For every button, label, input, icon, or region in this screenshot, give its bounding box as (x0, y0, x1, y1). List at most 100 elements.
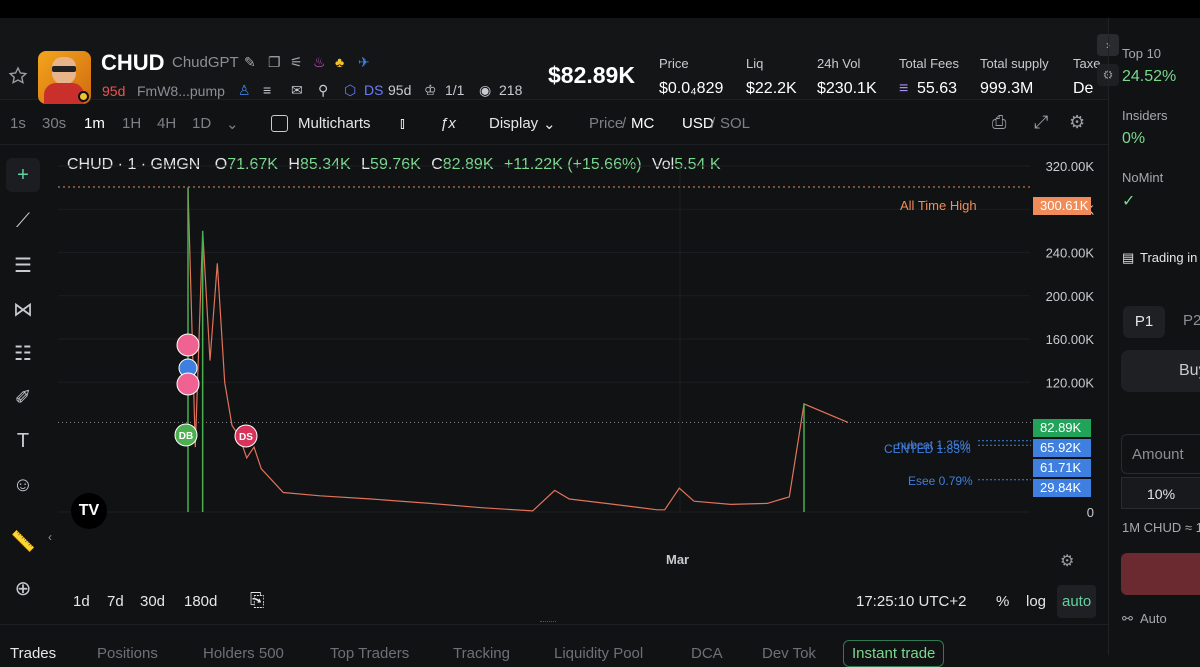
chart-settings-icon[interactable]: ⚙ (1060, 551, 1074, 571)
token-name: ChudGPT (172, 54, 239, 71)
eye-icon: ◉ (479, 82, 492, 98)
trendline-icon[interactable]: ⟋ (6, 204, 40, 238)
bottom-tabs: Trades Positions Holders 500 Top Traders… (0, 624, 1108, 667)
insiders-value: 0% (1122, 130, 1146, 147)
usd-toggle[interactable]: USD (682, 115, 714, 132)
submit-trade-button[interactable] (1121, 553, 1200, 595)
stat-value: $0.0₄829 (659, 80, 724, 97)
trader-avatar-marker (176, 372, 200, 396)
copy-icon[interactable]: ❐ (268, 54, 281, 71)
tab-tracking[interactable]: Tracking (453, 645, 510, 662)
tab-positions[interactable]: Positions (97, 645, 158, 662)
auto-toggle[interactable]: auto (1057, 585, 1097, 618)
sol-icon: ≡ (899, 80, 909, 97)
tradingview-logo: TV (71, 493, 107, 529)
telegram-icon[interactable]: ✈ (358, 54, 370, 71)
pattern-icon[interactable]: ⋈ (6, 292, 40, 326)
stat-value: $230.1K (817, 80, 877, 97)
collapse-handle-icon[interactable]: ‹ (48, 530, 52, 544)
level-label-3: Esee 0.79% (908, 474, 973, 488)
level-tag-2: 61.71K (1033, 459, 1091, 477)
settings-icon[interactable]: ⚙ (1069, 112, 1085, 133)
p1-tab[interactable]: P1 (1123, 306, 1165, 338)
y-tick-label: 240.00K (1046, 246, 1095, 261)
market-cap: $82.89K (548, 62, 635, 88)
fib-icon[interactable]: ☷ (6, 336, 40, 370)
interval-30s[interactable]: 30s (42, 115, 66, 132)
interval-4h[interactable]: 4H (157, 115, 176, 132)
ds-icon: ⬡ (344, 82, 357, 98)
holders-ratio: 1/1 (445, 82, 465, 98)
pct-option[interactable]: 10% (1121, 477, 1200, 509)
range-1d[interactable]: 1d (73, 593, 90, 610)
expand-icon[interactable]: ⤢ (1034, 112, 1048, 133)
range-180d[interactable]: 180d (184, 593, 217, 610)
crown-icon: ♔ (424, 82, 437, 98)
tab-holders[interactable]: Holders 500 (203, 645, 284, 662)
mc-toggle[interactable]: MC (631, 115, 654, 132)
views-count: 218 (499, 82, 523, 98)
ruler-icon[interactable]: 📏 (6, 524, 40, 558)
level-tag-1: 65.92K (1033, 439, 1091, 457)
chat-icon[interactable]: ✉ (291, 82, 303, 99)
interval-1h[interactable]: 1H (122, 115, 141, 132)
price-series-line (187, 187, 849, 512)
tab-dev-tokens[interactable]: Dev Tok (762, 645, 816, 662)
emoji-icon[interactable]: ☺ (6, 468, 40, 502)
display-menu[interactable]: Display (489, 115, 538, 132)
multicharts-label[interactable]: Multicharts (298, 115, 371, 132)
token-symbol: CHUD (101, 50, 165, 75)
instant-trade-button[interactable]: Instant trade (843, 640, 945, 667)
clock-time: 17:25:10 UTC+2 (856, 593, 967, 610)
db-marker-label: DB (179, 431, 193, 442)
y-tick-label: 200.00K (1046, 289, 1095, 304)
multicharts-checkbox[interactable] (271, 115, 288, 132)
horizontal-lines-icon[interactable]: ☰ (6, 248, 40, 282)
price-toggle[interactable]: Price (589, 115, 623, 132)
percent-toggle[interactable]: % (996, 593, 1009, 610)
token-age: 95d (102, 83, 126, 99)
interval-1s[interactable]: 1s (10, 115, 26, 132)
interval-1m[interactable]: 1m (84, 115, 105, 132)
sol-toggle[interactable]: SOL (720, 115, 750, 132)
tab-liquidity-pool[interactable]: Liquidity Pool (554, 645, 643, 662)
tab-dca[interactable]: DCA (691, 645, 723, 662)
right-panel: Top 10 24.52% Insiders 0% NoMint ✓ Tradi… (1108, 18, 1200, 655)
log-toggle[interactable]: log (1026, 593, 1046, 610)
p2-tab[interactable]: P2 (1183, 312, 1200, 329)
chevron-down-icon[interactable]: ⌄ (226, 115, 239, 133)
group-icon: ♣ (335, 54, 345, 70)
list-icon[interactable]: ≡ (263, 82, 271, 98)
stat-label: Liq (746, 56, 764, 71)
buy-tab[interactable]: Buy (1121, 350, 1200, 392)
auto-label: Auto (1140, 611, 1167, 626)
edit-icon[interactable]: ✎ (244, 54, 256, 71)
crosshair-icon[interactable]: + (6, 158, 40, 192)
tab-top-traders[interactable]: Top Traders (330, 645, 409, 662)
tab-trades[interactable]: Trades (10, 645, 56, 662)
slash: / (711, 115, 716, 132)
share-icon[interactable]: ⚟ (290, 54, 303, 71)
star-icon[interactable] (8, 66, 28, 86)
indicators-icon[interactable]: ƒx (440, 115, 456, 132)
sliders-icon[interactable]: ⚯ (1122, 611, 1133, 627)
ds-label: DS (364, 82, 384, 98)
range-7d[interactable]: 7d (107, 593, 124, 610)
camera-icon[interactable]: ⎙ (992, 112, 1006, 133)
y-tick-label: 0 (1087, 505, 1094, 520)
trading-label: Trading in (1140, 250, 1198, 265)
token-address[interactable]: FmW8...pump (137, 83, 225, 99)
top-strip (0, 0, 1200, 18)
date-range-icon[interactable]: ⎘ (250, 590, 264, 611)
search-icon[interactable]: ⚲ (318, 82, 328, 99)
range-30d[interactable]: 30d (140, 593, 165, 610)
chevron-down-icon[interactable]: ⌄ (543, 115, 556, 133)
level-label-2: CENTED 1.83% (884, 442, 971, 456)
user-icon[interactable]: ♙ (238, 82, 251, 99)
brush-icon[interactable]: ✐ (6, 380, 40, 414)
insiders-label: Insiders (1122, 108, 1168, 123)
interval-1d[interactable]: 1D (192, 115, 211, 132)
candles-icon[interactable]: ⫾ (400, 115, 405, 132)
text-icon[interactable]: T (6, 424, 40, 458)
chart-footer: 1d 7d 30d 180d ⎘ 17:25:10 UTC+2 % log au… (0, 585, 1108, 618)
